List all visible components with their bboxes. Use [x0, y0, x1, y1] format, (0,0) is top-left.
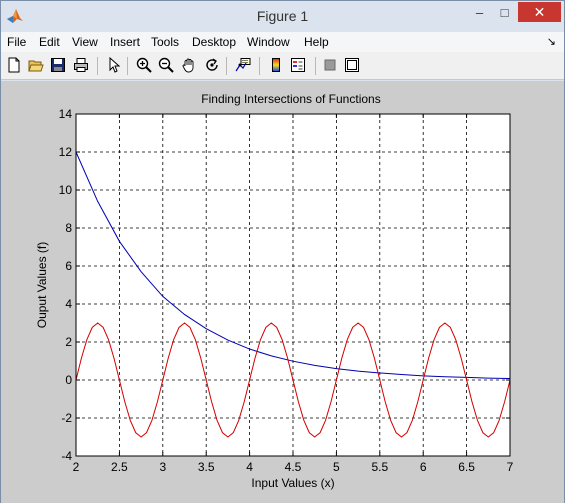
zoom-out-icon[interactable] [157, 56, 175, 74]
dock-arrow-icon[interactable]: ↘ [547, 35, 556, 48]
x-tick-label: 6.5 [458, 460, 475, 474]
chart-title: Finding Intersections of Functions [201, 92, 380, 106]
x-tick-label: 4.5 [285, 460, 302, 474]
open-file-icon[interactable] [27, 56, 45, 74]
figure-canvas: Finding Intersections of Functions 2 2.5 3… [1, 81, 564, 503]
y-tick-label: 0 [65, 373, 72, 387]
x-tick-label: 4 [246, 460, 253, 474]
menu-window[interactable]: Window [247, 35, 290, 49]
toolbar-separator [127, 57, 128, 75]
x-tick-label: 2.5 [111, 460, 128, 474]
y-tick-label: -4 [61, 449, 72, 463]
new-figure-icon[interactable] [5, 56, 23, 74]
x-tick-label: 5.5 [371, 460, 388, 474]
toolbar-separator [226, 57, 227, 75]
insert-legend-icon[interactable] [289, 56, 307, 74]
hide-plot-tools-icon[interactable] [321, 56, 339, 74]
save-icon[interactable] [49, 56, 67, 74]
insert-colorbar-icon[interactable] [267, 56, 285, 74]
y-tick-label: 12 [59, 145, 73, 159]
y-axis-label: Ouput Values (f) [35, 242, 49, 328]
menu-tools[interactable]: Tools [151, 35, 179, 49]
y-tick-label: 14 [59, 107, 73, 121]
close-button[interactable]: ✕ [518, 2, 561, 22]
menu-help[interactable]: Help [304, 35, 329, 49]
toolbar-separator [315, 57, 316, 75]
data-cursor-icon[interactable] [234, 56, 252, 74]
y-tick-label: 2 [65, 335, 72, 349]
show-plot-tools-icon[interactable] [343, 56, 361, 74]
y-tick-label: 4 [65, 297, 72, 311]
title-bar[interactable]: Figure 1 – □ ✕ [1, 1, 564, 31]
zoom-in-icon[interactable] [135, 56, 153, 74]
figure-window: Figure 1 – □ ✕ File Edit View Insert Too… [0, 0, 565, 503]
minimize-button[interactable]: – [466, 2, 493, 22]
y-tick-label: 10 [59, 183, 73, 197]
menu-desktop[interactable]: Desktop [192, 35, 236, 49]
plot-svg[interactable]: Finding Intersections of Functions 2 2.5 3… [1, 81, 564, 503]
menu-edit[interactable]: Edit [39, 35, 60, 49]
print-icon[interactable] [72, 56, 90, 74]
menu-file[interactable]: File [7, 35, 26, 49]
x-tick-label: 6 [420, 460, 427, 474]
toolbar-separator [97, 57, 98, 75]
menu-bar: File Edit View Insert Tools Desktop Wind… [1, 32, 564, 52]
x-axis-label: Input Values (x) [251, 476, 334, 490]
y-tick-label: 8 [65, 221, 72, 235]
y-tick-label: 6 [65, 259, 72, 273]
menu-insert[interactable]: Insert [110, 35, 140, 49]
x-tick-label: 7 [507, 460, 514, 474]
x-tick-label: 3.5 [198, 460, 215, 474]
menu-view[interactable]: View [72, 35, 98, 49]
x-tick-label: 2 [73, 460, 80, 474]
rotate-3d-icon[interactable] [203, 56, 221, 74]
x-tick-label: 5 [333, 460, 340, 474]
maximize-button[interactable]: □ [491, 2, 518, 22]
pan-hand-icon[interactable] [180, 56, 198, 74]
edit-plot-arrow-icon[interactable] [105, 56, 123, 74]
toolbar-separator [259, 57, 260, 75]
figure-toolbar [1, 52, 564, 80]
x-tick-label: 3 [159, 460, 166, 474]
y-tick-label: -2 [61, 411, 72, 425]
